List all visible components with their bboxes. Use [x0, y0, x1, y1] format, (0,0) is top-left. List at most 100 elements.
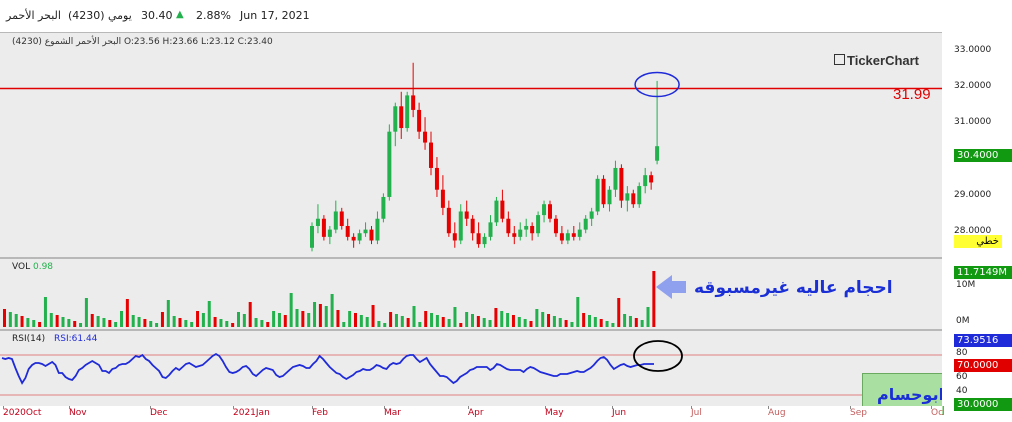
volume-bar	[424, 311, 428, 327]
volume-bar	[131, 315, 135, 327]
volume-bar	[213, 317, 217, 327]
candle-body	[411, 95, 416, 110]
candle-body	[417, 109, 422, 132]
rsi-panel[interactable]: RSI(14) RSI:61.44 ابوحسام	[0, 330, 945, 415]
volume-bar	[453, 307, 457, 327]
price-panel[interactable]: البحر الأحمر الشموع (4230) O:23.56 H:23.…	[0, 32, 942, 258]
volume-bar	[371, 305, 375, 327]
last-price: 30.40	[141, 9, 173, 22]
candle-body	[589, 211, 594, 219]
price-y-tick: 33.0000	[954, 44, 992, 55]
ticker-code: (4230)	[68, 9, 105, 22]
volume-bar	[494, 308, 498, 327]
candle-body	[434, 167, 439, 190]
volume-bar	[137, 317, 141, 327]
candle-body	[619, 167, 624, 201]
scale-type-tag[interactable]: خطي	[954, 235, 1002, 248]
volume-bar	[640, 320, 644, 327]
rsi-tick-60: 60	[956, 372, 968, 382]
up-arrow-icon: ▲	[176, 9, 184, 20]
candle-body	[351, 236, 356, 241]
candle-body	[446, 207, 451, 234]
volume-bar	[108, 320, 112, 327]
volume-bar	[617, 298, 621, 327]
candle-body	[536, 215, 541, 234]
volume-bar	[394, 314, 398, 327]
candle-body	[464, 211, 469, 219]
candle-body	[631, 193, 636, 205]
volume-bar	[73, 321, 77, 327]
volume-bar	[570, 322, 574, 327]
rsi-level-70-tag: 70.0000	[954, 359, 1012, 372]
volume-bar	[260, 320, 264, 327]
candle-body	[310, 225, 314, 248]
x-axis-label: Jul	[691, 408, 702, 418]
volume-bar	[336, 310, 340, 327]
change-percent: 2.88%	[196, 9, 231, 22]
volume-bar	[611, 323, 615, 327]
candle-body	[452, 233, 457, 241]
volume-bar	[599, 319, 603, 327]
volume-bar	[196, 311, 200, 327]
volume-bar	[207, 301, 211, 327]
volume-bar	[359, 315, 363, 327]
volume-bar	[541, 312, 545, 327]
volume-bar	[605, 321, 609, 327]
candle-body	[548, 204, 552, 219]
candle-body	[488, 222, 493, 237]
volume-panel[interactable]: VOL 0.98 احجام عاليه غيرمسبوقه	[0, 258, 942, 330]
candle-body	[357, 233, 362, 241]
volume-bar	[125, 299, 129, 327]
x-axis-label: Aug	[768, 408, 786, 418]
candle-body	[333, 211, 338, 230]
price-y-axis[interactable]: 33.000032.000031.000030.000029.000028.00…	[942, 32, 1012, 256]
candle-body	[583, 218, 588, 230]
rsi-y-axis[interactable]: 73.9516 80 70.0000 60 40 30.0000	[942, 330, 1012, 411]
candle-body	[506, 218, 511, 234]
candle-body	[595, 178, 600, 212]
annotation-arrow-icon	[656, 275, 672, 299]
volume-bar	[412, 306, 416, 327]
annotation-arrow-shaft	[672, 281, 686, 293]
volume-bar	[114, 322, 118, 327]
volume-bar	[201, 313, 205, 327]
candle-body	[440, 189, 445, 208]
volume-bar	[90, 314, 94, 327]
candle-body	[387, 131, 392, 197]
x-axis-tick	[468, 406, 469, 409]
volume-bar	[459, 323, 463, 327]
candle-body	[607, 189, 612, 205]
candle-body	[542, 204, 547, 216]
x-axis-tick	[545, 406, 546, 409]
volume-bar	[49, 313, 53, 327]
rsi-level-30-tag: 30.0000	[954, 398, 1012, 411]
volume-bar	[482, 318, 486, 327]
candle-body	[482, 236, 487, 245]
candle-body	[393, 106, 398, 132]
volume-bar	[248, 302, 252, 327]
price-y-tick: 31.0000	[954, 117, 992, 128]
volume-bar	[348, 311, 352, 327]
x-axis-label: Sep	[850, 408, 867, 418]
x-axis[interactable]: 2020Oct Nov Dec 2021Jan Feb Mar Apr May Jun Jul Au…	[0, 406, 943, 422]
last-price-tag: 30.4000	[954, 149, 1012, 162]
volume-tick-10m: 10M	[956, 280, 976, 290]
volume-bar	[588, 315, 591, 327]
volume-bar	[400, 316, 404, 327]
candle-body	[363, 229, 368, 234]
volume-bar	[272, 311, 276, 327]
period-label[interactable]: يومي	[108, 9, 132, 22]
watermark-text: ابوحسام	[877, 385, 945, 404]
volume-bar	[242, 314, 246, 327]
candle-body	[321, 218, 326, 237]
volume-y-axis[interactable]: 11.7149M 10M 0M	[942, 258, 1012, 328]
x-axis-tick	[150, 406, 151, 409]
candle-body	[637, 186, 642, 205]
volume-bar	[529, 321, 533, 327]
volume-bar	[79, 323, 83, 327]
volume-bar	[377, 321, 381, 327]
volume-bar	[266, 322, 270, 327]
rsi-highlight-ellipse	[633, 340, 683, 372]
quote-date: Jun 17, 2021	[240, 9, 310, 22]
volume-bar	[552, 316, 556, 327]
